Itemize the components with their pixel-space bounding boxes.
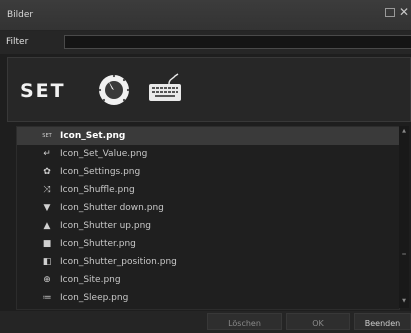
list-item[interactable]: ⤨ Icon_Shuffle.png: [17, 181, 399, 199]
shuffle-icon: ⤨: [43, 185, 51, 195]
scroll-thumb[interactable]: ═: [399, 251, 409, 258]
list-item-label: Icon_Sleep.png: [60, 293, 129, 303]
list-item[interactable]: ✿ Icon_Settings.png: [17, 163, 399, 181]
list-item-label: Icon_Settings.png: [60, 167, 141, 177]
shutter-up-icon: ▲: [43, 221, 51, 231]
list-item[interactable]: ■ Icon_Shutter.png: [17, 235, 399, 253]
list-item-label: Icon_Shutter up.png: [60, 221, 151, 231]
filter-label: Filter: [6, 37, 29, 47]
list-item[interactable]: SET Icon_Set.png: [17, 127, 399, 145]
list-item[interactable]: ▲ Icon_Shutter up.png: [17, 217, 399, 235]
image-list[interactable]: SET Icon_Set.png ↵ Icon_Set_Value.png ✿ Ico…: [16, 126, 400, 310]
dial-icon: [98, 74, 130, 105]
list-item[interactable]: ◧ Icon_Shutter_position.png: [17, 253, 399, 271]
list-item-label: Icon_Site.png: [60, 275, 121, 285]
maximize-icon[interactable]: [385, 8, 395, 17]
sleep-icon: ≔: [42, 293, 52, 303]
shutter-icon: ■: [42, 239, 52, 249]
shutter-position-icon: ◧: [42, 257, 52, 267]
preview-set-text: SET: [20, 80, 66, 102]
list-item-label: Icon_Shutter down.png: [60, 203, 164, 213]
image-preview: SET: [7, 57, 411, 122]
list-scrollbar[interactable]: ▲ ═ ▼: [399, 126, 409, 308]
list-item-label: Icon_Shuffle.png: [60, 185, 135, 195]
shutter-down-icon: ▼: [43, 203, 51, 213]
list-item-label: Icon_Set_Value.png: [60, 149, 148, 159]
list-item[interactable]: ▼ Icon_Shutter down.png: [17, 199, 399, 217]
scroll-up-icon[interactable]: ▲: [399, 128, 409, 134]
dialog-footer: Löschen OK Beenden: [0, 311, 411, 333]
window-titlebar: Bilder ✕: [0, 0, 411, 31]
delete-button[interactable]: Löschen: [207, 313, 282, 330]
list-item-label: Icon_Shutter.png: [60, 239, 136, 249]
filter-input[interactable]: [64, 35, 411, 49]
list-item-label: Icon_Set.png: [60, 131, 126, 141]
site-icon: ⊕: [43, 275, 51, 285]
keyboard-icon: [149, 73, 181, 101]
set-icon: SET: [42, 133, 52, 139]
quit-button[interactable]: Beenden: [354, 313, 411, 330]
list-item[interactable]: ↵ Icon_Set_Value.png: [17, 145, 399, 163]
list-item-label: Icon_Shutter_position.png: [60, 257, 177, 267]
set-value-icon: ↵: [43, 149, 51, 159]
close-icon[interactable]: ✕: [399, 5, 409, 19]
filter-row: Filter: [0, 31, 411, 54]
list-item[interactable]: ⊕ Icon_Site.png: [17, 271, 399, 289]
scroll-down-icon[interactable]: ▼: [399, 298, 409, 304]
ok-button[interactable]: OK: [286, 313, 350, 330]
list-item[interactable]: ≔ Icon_Sleep.png: [17, 289, 399, 307]
settings-icon: ✿: [43, 167, 51, 177]
window-title: Bilder: [7, 10, 34, 20]
